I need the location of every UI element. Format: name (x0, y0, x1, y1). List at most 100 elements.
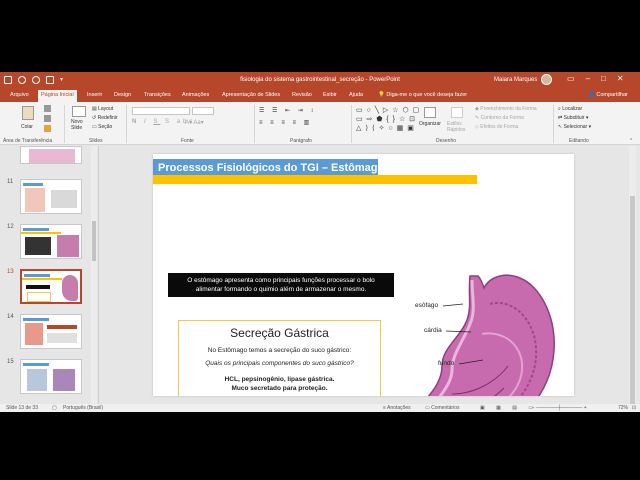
secretion-answer: HCL, pepsinogênio, lipase gástrica. (224, 376, 335, 383)
font-color-button[interactable]: A▾ Aa▾ (185, 119, 204, 126)
arrange-button[interactable]: Organizar (419, 121, 441, 127)
label-esofago: esôfago (415, 302, 439, 309)
tab-pagina-inicial[interactable]: Página Inicial (38, 90, 77, 102)
slides-group-label: Slides (89, 138, 103, 144)
lightbulb-icon: 💡 (378, 92, 385, 98)
section-button[interactable]: ▭ Seção (92, 124, 112, 130)
secretion-text-box[interactable]: Secreção Gástrica No Estômago temos a se… (178, 320, 381, 396)
reset-button[interactable]: ↺ Redefinir (92, 115, 118, 121)
replace-button[interactable]: ⇄ Substituir ▾ (558, 115, 588, 121)
slide-canvas[interactable]: Processos Fisiológicos do TGI – Estômago… (153, 154, 574, 396)
thumbnail-number: 15 (7, 359, 14, 365)
secretion-answer: Muco secretado para proteção. (231, 385, 328, 392)
ribbon-tabs: Arquivo Página Inicial Inserir Design Tr… (0, 89, 640, 102)
arrange-icon[interactable] (424, 107, 436, 118)
slide-title-underline (153, 175, 477, 184)
quick-styles-button[interactable]: Estilos Rápidos (447, 121, 469, 133)
slide-scrollbar[interactable] (629, 146, 636, 406)
tab-arquivo[interactable]: Arquivo (10, 92, 29, 98)
tab-transicoes[interactable]: Transições (144, 92, 171, 98)
language-status[interactable]: Português (Brasil) (63, 405, 103, 411)
label-cardia: cárdia (424, 327, 442, 334)
copy-icon[interactable] (44, 115, 51, 122)
comments-button[interactable]: ▭ Comentários (425, 405, 459, 411)
shape-effects-button[interactable]: ◇ Efeitos de Forma (475, 124, 518, 130)
thumbnail-scrollbar[interactable] (91, 146, 97, 404)
paste-button[interactable]: Colar (21, 124, 33, 130)
select-button[interactable]: ↖ Selecionar ▾ (558, 124, 591, 130)
tab-apresentacao[interactable]: Apresentação de Slides (222, 92, 280, 98)
font-size-combo[interactable] (192, 107, 214, 115)
tab-exibir[interactable]: Exibir (323, 92, 337, 98)
quick-styles-icon[interactable] (451, 107, 463, 118)
ribbon-display-icon[interactable]: ▭ (567, 74, 575, 83)
tab-inserir[interactable]: Inserir (87, 92, 102, 98)
thumbnail-number: 12 (7, 224, 14, 230)
window-controls: ▭ – □ ✕ (567, 74, 624, 83)
powerpoint-window: ▾ fisiologia do sistema gastrointestinal… (0, 72, 640, 412)
editing-group-label: Editando (569, 138, 589, 144)
list-buttons[interactable]: ☰ ☰ ⇤ ⇥ ↕ (259, 107, 316, 114)
shape-fill-button[interactable]: ◆ Preenchimento da Forma (475, 106, 537, 112)
shapes-gallery[interactable]: ▭ ○ ╲ ▷ ☆ ⬡ ▢ (356, 106, 420, 114)
slide-thumbnail-10[interactable] (20, 146, 82, 164)
shape-outline-button[interactable]: ✎ Contorno da Forma (475, 115, 524, 121)
tab-revisao[interactable]: Revisão (292, 92, 312, 98)
find-button[interactable]: ⌕ Localizar (558, 106, 582, 112)
new-slide-icon[interactable] (72, 106, 86, 117)
tab-ajuda[interactable]: Ajuda (349, 92, 363, 98)
intro-text-box[interactable]: O estômago apresenta como principais fun… (168, 273, 394, 297)
format-painter-icon[interactable] (44, 125, 51, 132)
slide-thumbnail-15[interactable] (20, 359, 82, 394)
tell-me-search[interactable]: 💡 Diga-me o que você deseja fazer (378, 92, 467, 98)
title-bar: ▾ fisiologia do sistema gastrointestinal… (0, 72, 640, 89)
share-button[interactable]: 👤 Compartilhar (588, 92, 628, 98)
tab-design[interactable]: Design (114, 92, 131, 98)
collapse-ribbon-icon[interactable]: ⌃ (629, 138, 633, 144)
thumbnail-number: 14 (7, 314, 14, 320)
close-icon[interactable]: ✕ (617, 74, 624, 83)
drawing-group-label: Desenho (436, 138, 457, 144)
user-name[interactable]: Maiara Marques (494, 77, 537, 83)
spellcheck-icon[interactable]: ▢ (52, 405, 57, 411)
intro-line: alimentar formando o quimio além de arma… (195, 286, 367, 293)
font-name-combo[interactable] (132, 107, 190, 115)
panel-divider[interactable] (98, 146, 99, 404)
view-buttons[interactable]: ▣ ▦ ▤ ▭ (480, 405, 538, 411)
minimize-icon[interactable]: – (586, 74, 590, 83)
slide-thumbnail-12[interactable] (20, 224, 82, 259)
notes-button[interactable]: ≡ Anotações (383, 405, 411, 411)
secretion-line: No Estômago temos a secreção do suco gás… (207, 347, 352, 354)
tab-animacoes[interactable]: Animações (182, 92, 209, 98)
maximize-icon[interactable]: □ (601, 74, 606, 83)
ribbon: Colar Área de Transferência Novo Slide ▤… (0, 102, 640, 145)
new-slide-button[interactable]: Novo Slide (71, 119, 91, 131)
paste-icon[interactable] (22, 106, 34, 120)
fit-slide-icon[interactable]: ⊡ (632, 405, 636, 411)
avatar[interactable] (541, 74, 552, 85)
slide-title-bar: Processos Fisiológicos do TGI – Estômago (153, 159, 384, 175)
thumbnail-number: 13 (7, 269, 14, 275)
clipboard-group-label: Área de Transferência (3, 138, 53, 144)
font-group-label: Fonte (181, 138, 194, 144)
label-fundo: fundo (438, 360, 455, 367)
thumbnail-number: 11 (7, 179, 14, 185)
shapes-gallery-row3[interactable]: △ ⟩ ⟨ ✧ ○ ▦ ▣ (356, 124, 415, 132)
paragraph-group-label: Parágrafo (290, 138, 312, 144)
shapes-gallery-row2[interactable]: ▭ ⇨ ⬟ { } ☆ ⊡ (356, 115, 416, 123)
slide-thumbnail-14[interactable] (20, 314, 82, 349)
cut-icon[interactable] (44, 105, 51, 112)
zoom-slider[interactable]: − ──────┼────── + (532, 405, 587, 411)
align-buttons[interactable]: ≡ ≡ ≡ ≡ ▥ (259, 119, 312, 126)
zoom-level[interactable]: 72% (618, 405, 628, 411)
person-icon: 👤 (588, 92, 595, 98)
slide-counter: Slide 13 de 33 (6, 405, 38, 411)
layout-button[interactable]: ▤ Layout (92, 106, 113, 112)
status-bar: Slide 13 de 33 ▢ Português (Brasil) ≡ An… (0, 404, 640, 412)
slide-thumbnail-11[interactable] (20, 179, 82, 214)
slide-thumbnail-13-selected[interactable] (20, 269, 82, 304)
stomach-illustration[interactable] (412, 274, 557, 396)
slide-thumbnails-panel: 11 12 13 14 15 (0, 146, 98, 404)
slide-title[interactable]: Processos Fisiológicos do TGI – Estômago (158, 162, 384, 174)
intro-line: O estômago apresenta como principais fun… (187, 277, 375, 284)
